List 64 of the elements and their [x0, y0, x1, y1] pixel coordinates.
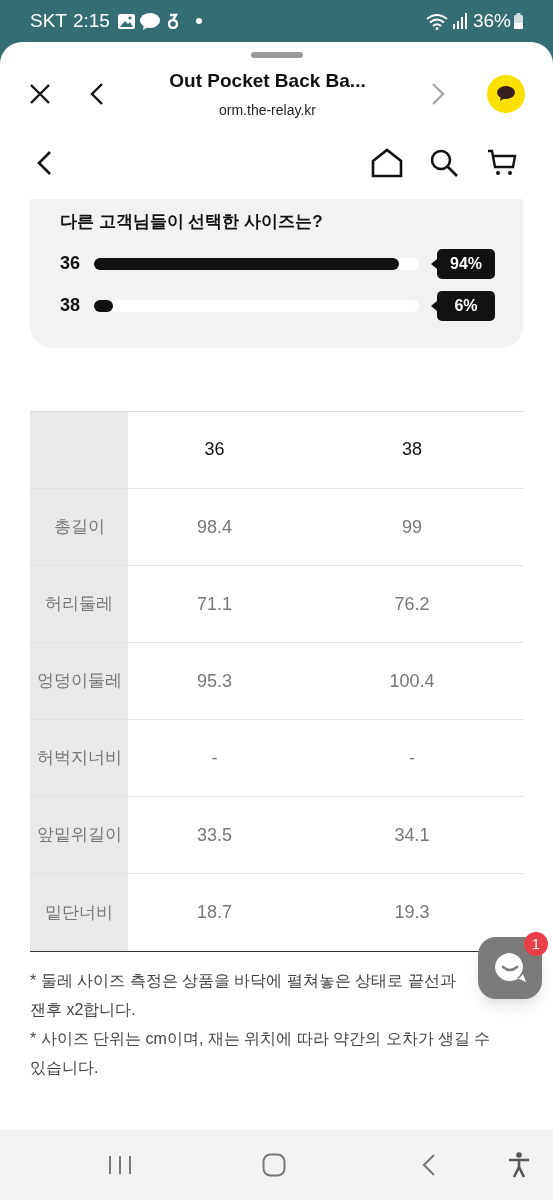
- home-icon: [371, 148, 403, 178]
- row-label: 허벅지너비: [30, 719, 128, 797]
- recent-apps-icon: [108, 1155, 132, 1175]
- size-label: 38: [60, 294, 82, 317]
- speech-bubble-icon: [497, 86, 515, 102]
- back-button[interactable]: [90, 82, 104, 106]
- cart-button[interactable]: [487, 149, 517, 177]
- page-title: Out Pocket Back Ba...: [169, 69, 366, 94]
- carrier-text: SKT: [30, 8, 67, 33]
- table-cell: 18.7: [128, 873, 301, 951]
- notification-badge: 1: [524, 932, 548, 956]
- notification-icon: [167, 13, 178, 29]
- recent-apps-button[interactable]: [108, 1155, 132, 1175]
- table-cell: 71.1: [128, 565, 301, 643]
- chat-bubble-icon: [139, 12, 160, 30]
- search-button[interactable]: [429, 148, 459, 178]
- table-cell: 95.3: [128, 642, 301, 720]
- row-label: 밑단너비: [30, 873, 128, 951]
- close-button[interactable]: [28, 82, 52, 106]
- table-cell: 100.4: [300, 642, 523, 720]
- table-cell: 34.1: [300, 796, 523, 874]
- chat-float-button[interactable]: [478, 937, 542, 999]
- smile-chat-icon: [493, 952, 527, 984]
- home-nav-icon: [262, 1153, 286, 1177]
- table-cell: 33.5: [128, 796, 301, 874]
- row-label: 허리둘레: [30, 565, 128, 643]
- back-nav-button[interactable]: [422, 1153, 436, 1177]
- cart-icon: [487, 149, 517, 177]
- table-cell: 19.3: [300, 873, 523, 951]
- column-header: 38: [300, 411, 523, 489]
- table-cell: 99: [300, 488, 523, 566]
- forward-icon: [431, 82, 445, 106]
- row-label: 엉덩이둘레: [30, 642, 128, 720]
- note-text: * 둘레 사이즈 측정은 상품을 바닥에 펼쳐놓은 상태로 끝선과: [30, 970, 456, 991]
- accessibility-button[interactable]: [508, 1152, 530, 1178]
- home-button[interactable]: [371, 148, 403, 178]
- battery-icon: [514, 13, 523, 29]
- chat-button[interactable]: [487, 75, 525, 113]
- search-icon: [429, 148, 459, 178]
- note-text: 잰후 x2합니다.: [30, 999, 136, 1020]
- back-icon: [90, 82, 104, 106]
- survey-question: 다른 고객님들이 선택한 사이즈는?: [60, 211, 324, 233]
- wifi-icon: [425, 12, 448, 30]
- row-label: 앞밑위길이: [30, 796, 128, 874]
- column-header: 36: [128, 411, 301, 489]
- sheet-handle[interactable]: [250, 52, 303, 58]
- table-cell: 98.4: [128, 488, 301, 566]
- table-cell: -: [300, 719, 523, 797]
- clock-text: 2:15: [72, 8, 110, 33]
- back-nav-icon: [422, 1153, 436, 1177]
- note-text: * 사이즈 단위는 cm이며, 재는 위치에 따라 약간의 오차가 생길 수 있습니다.: [30, 1028, 492, 1078]
- table-cell: 76.2: [300, 565, 523, 643]
- battery-text: 36%: [472, 8, 511, 33]
- size-label: 36: [60, 252, 82, 275]
- row-label: 총길이: [30, 488, 128, 566]
- back-button[interactable]: [36, 150, 52, 176]
- signal-icon: [452, 13, 467, 29]
- accessibility-icon: [508, 1152, 530, 1178]
- table-cell: -: [128, 719, 301, 797]
- home-nav-button[interactable]: [262, 1153, 286, 1177]
- back-icon: [36, 150, 52, 176]
- url-text: orm.the-relay.kr: [219, 100, 316, 120]
- gallery-icon: [117, 13, 135, 29]
- close-icon: [28, 82, 52, 106]
